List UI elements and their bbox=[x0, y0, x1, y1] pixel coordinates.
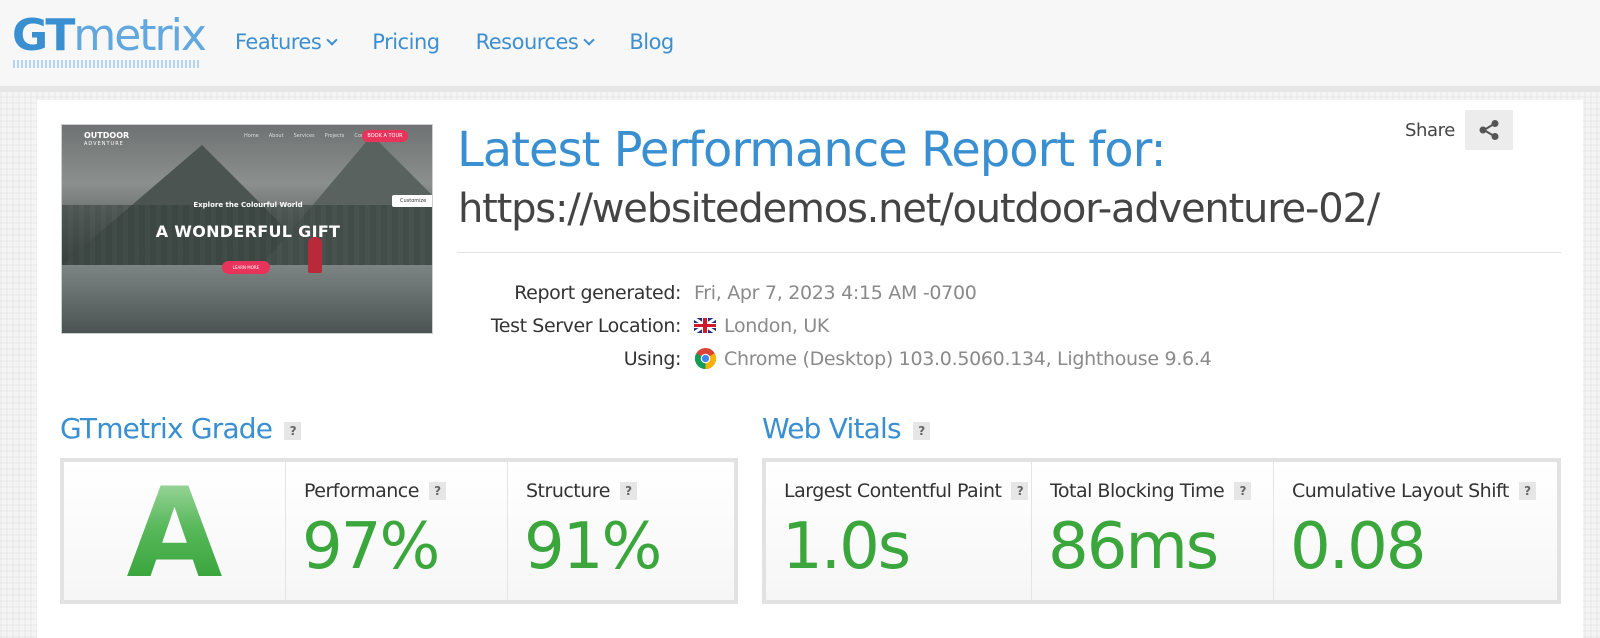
share-button[interactable] bbox=[1464, 110, 1513, 150]
help-icon[interactable]: ? bbox=[428, 482, 446, 500]
meta-row-location: Test Server Location: London, UK bbox=[437, 309, 1211, 342]
thumb-lake bbox=[62, 265, 432, 333]
thumb-cta-button: LEARN MORE bbox=[222, 261, 270, 274]
lcp-label-text: Largest Contentful Paint bbox=[784, 480, 1002, 502]
thumb-menu-item: Services bbox=[293, 133, 315, 139]
gtmetrix-grade-heading: GTmetrix Grade ? bbox=[60, 412, 302, 445]
lcp-cell: Largest Contentful Paint ? 1.0s bbox=[766, 462, 1032, 600]
thumb-brand-sub: ADVENTURE bbox=[84, 141, 124, 147]
main-nav: Features Pricing Resources Blog bbox=[235, 30, 710, 54]
meta-location-text: London, UK bbox=[724, 314, 830, 337]
nav-resources[interactable]: Resources bbox=[475, 30, 596, 54]
nav-pricing-label: Pricing bbox=[372, 30, 440, 54]
tbt-label-text: Total Blocking Time bbox=[1050, 480, 1225, 502]
report-card: OUTDOOR ADVENTURE Home About Services Pr… bbox=[37, 100, 1583, 638]
performance-value: 97% bbox=[302, 510, 440, 584]
thumb-menu-item: Home bbox=[244, 133, 259, 139]
meta-row-generated: Report generated: Fri, Apr 7, 2023 4:15 … bbox=[437, 276, 1211, 309]
tbt-label: Total Blocking Time ? bbox=[1050, 480, 1252, 502]
nav-pricing[interactable]: Pricing bbox=[372, 30, 440, 54]
nav-features-label: Features bbox=[235, 30, 322, 54]
help-icon[interactable]: ? bbox=[619, 482, 637, 500]
report-meta: Report generated: Fri, Apr 7, 2023 4:15 … bbox=[437, 276, 1212, 375]
nav-blog[interactable]: Blog bbox=[629, 30, 674, 54]
thumb-brand: OUTDOOR ADVENTURE bbox=[84, 131, 129, 149]
cls-cell: Cumulative Layout Shift ? 0.08 bbox=[1274, 462, 1557, 600]
logo-pixel-underline bbox=[13, 60, 199, 68]
meta-generated-text: Fri, Apr 7, 2023 4:15 AM -0700 bbox=[694, 281, 977, 304]
grade-letter-cell: A bbox=[64, 462, 286, 600]
meta-row-using: Using: Chrome (Desktop) 103.0.5060.134, … bbox=[437, 342, 1212, 375]
website-screenshot-thumbnail: OUTDOOR ADVENTURE Home About Services Pr… bbox=[61, 124, 433, 334]
help-icon[interactable]: ? bbox=[1234, 482, 1252, 500]
lcp-value: 1.0s bbox=[782, 510, 911, 584]
cls-label-text: Cumulative Layout Shift bbox=[1292, 480, 1509, 502]
grade-heading-text: GTmetrix Grade bbox=[60, 412, 273, 445]
help-icon[interactable]: ? bbox=[1518, 482, 1536, 500]
thumb-menu-item: About bbox=[268, 133, 284, 139]
meta-using-text: Chrome (Desktop) 103.0.5060.134, Lightho… bbox=[724, 347, 1212, 370]
meta-location-value: London, UK bbox=[694, 315, 829, 337]
grade-panel: A Performance ? 97% Structure ? 91% bbox=[60, 458, 738, 604]
grade-letter: A bbox=[126, 462, 223, 606]
help-icon[interactable]: ? bbox=[1011, 482, 1029, 500]
structure-label: Structure ? bbox=[526, 480, 637, 502]
structure-value: 91% bbox=[524, 510, 662, 584]
thumb-brand-text: OUTDOOR bbox=[84, 131, 130, 140]
share-icon bbox=[1479, 120, 1499, 140]
thumb-person bbox=[308, 237, 322, 273]
structure-label-text: Structure bbox=[526, 480, 610, 502]
thumb-subtitle: Explore the Colourful World bbox=[193, 201, 303, 209]
gtmetrix-logo[interactable]: GTmetrix bbox=[12, 10, 207, 61]
performance-label: Performance ? bbox=[304, 480, 446, 502]
nav-resources-label: Resources bbox=[475, 30, 579, 54]
uk-flag-icon bbox=[694, 318, 716, 333]
share-label: Share bbox=[1405, 119, 1455, 141]
tbt-cell: Total Blocking Time ? 86ms bbox=[1032, 462, 1274, 600]
share-control: Share bbox=[1405, 110, 1513, 150]
report-url: https://websitedemos.net/outdoor-adventu… bbox=[458, 186, 1380, 232]
chevron-down-icon bbox=[583, 34, 596, 46]
report-title: Latest Performance Report for: bbox=[457, 122, 1167, 178]
cls-label: Cumulative Layout Shift ? bbox=[1292, 480, 1536, 502]
logo-bold-text: GT bbox=[12, 10, 75, 61]
top-navigation-bar: GTmetrix Features Pricing Resources Blog bbox=[0, 0, 1600, 92]
nav-features[interactable]: Features bbox=[235, 30, 338, 54]
performance-cell: Performance ? 97% bbox=[286, 462, 508, 600]
performance-label-text: Performance bbox=[304, 480, 419, 502]
thumb-headline: A WONDERFUL GIFT bbox=[155, 222, 341, 241]
logo-rest-text: metrix bbox=[73, 10, 207, 61]
title-divider bbox=[457, 252, 1561, 253]
lcp-label: Largest Contentful Paint ? bbox=[784, 480, 1029, 502]
chrome-icon bbox=[694, 347, 717, 370]
meta-generated-label: Report generated: bbox=[514, 281, 681, 304]
meta-generated-value: Fri, Apr 7, 2023 4:15 AM -0700 bbox=[694, 282, 977, 304]
meta-location-label: Test Server Location: bbox=[490, 314, 682, 337]
thumb-book-button: BOOK A TOUR bbox=[362, 130, 408, 142]
vitals-heading-text: Web Vitals bbox=[762, 412, 902, 445]
thumb-menu-item: Projects bbox=[324, 133, 345, 139]
web-vitals-panel: Largest Contentful Paint ? 1.0s Total Bl… bbox=[762, 458, 1561, 604]
web-vitals-heading: Web Vitals ? bbox=[762, 412, 930, 445]
help-icon[interactable]: ? bbox=[284, 421, 302, 440]
nav-blog-label: Blog bbox=[629, 30, 674, 54]
cls-value: 0.08 bbox=[1290, 510, 1426, 584]
meta-using-label: Using: bbox=[623, 347, 682, 370]
tbt-value: 86ms bbox=[1048, 510, 1219, 584]
thumb-menu: Home About Services Projects Contact bbox=[244, 133, 374, 139]
structure-cell: Structure ? 91% bbox=[508, 462, 734, 600]
help-icon[interactable]: ? bbox=[912, 421, 930, 440]
chevron-down-icon bbox=[326, 34, 338, 46]
meta-using-value: Chrome (Desktop) 103.0.5060.134, Lightho… bbox=[694, 347, 1212, 370]
